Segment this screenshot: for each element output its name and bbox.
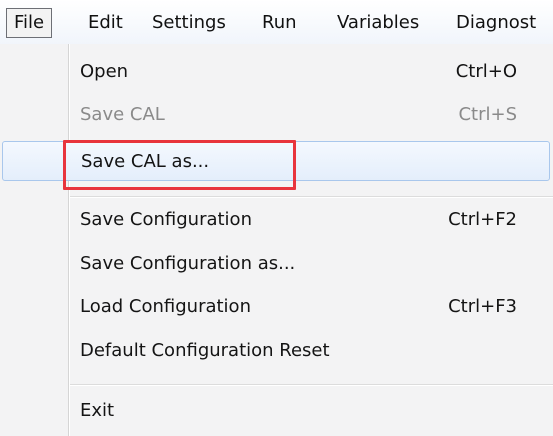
annotation-highlight-box <box>63 140 296 190</box>
menu-item-shortcut: Ctrl+F3 <box>448 296 517 317</box>
menu-item-label: Save CAL <box>80 104 165 125</box>
menu-item-save-cal: Save CAL Ctrl+S <box>0 95 553 135</box>
menu-item-label: Save Configuration <box>80 209 252 230</box>
menu-item-default-configuration-reset[interactable]: Default Configuration Reset <box>0 331 553 371</box>
menu-item-save-configuration[interactable]: Save Configuration Ctrl+F2 <box>0 200 553 240</box>
menu-variables[interactable]: Variables <box>337 8 419 38</box>
menu-edit[interactable]: Edit <box>88 8 123 38</box>
menu-item-shortcut: Ctrl+O <box>455 61 517 82</box>
menu-item-shortcut: Ctrl+S <box>458 104 517 125</box>
menu-item-open[interactable]: Open Ctrl+O <box>0 52 553 92</box>
menu-separator <box>70 196 553 198</box>
menu-item-label: Load Configuration <box>80 296 251 317</box>
menu-item-shortcut: Ctrl+F2 <box>448 209 517 230</box>
menu-item-label: Save Configuration as... <box>80 253 296 274</box>
menu-diagnostics[interactable]: Diagnost <box>456 8 536 38</box>
menu-item-exit[interactable]: Exit <box>0 391 553 431</box>
menu-run[interactable]: Run <box>262 8 297 38</box>
menu-file[interactable]: File <box>6 8 53 38</box>
menu-item-label: Default Configuration Reset <box>80 340 330 361</box>
menu-bar: File Edit Settings Run Variables Diagnos… <box>0 0 553 45</box>
menu-settings[interactable]: Settings <box>152 8 226 38</box>
menu-item-load-configuration[interactable]: Load Configuration Ctrl+F3 <box>0 287 553 327</box>
menu-item-label: Exit <box>80 400 115 421</box>
menu-item-label: Open <box>80 61 129 82</box>
menu-separator <box>70 384 553 386</box>
menu-item-save-configuration-as[interactable]: Save Configuration as... <box>0 244 553 284</box>
